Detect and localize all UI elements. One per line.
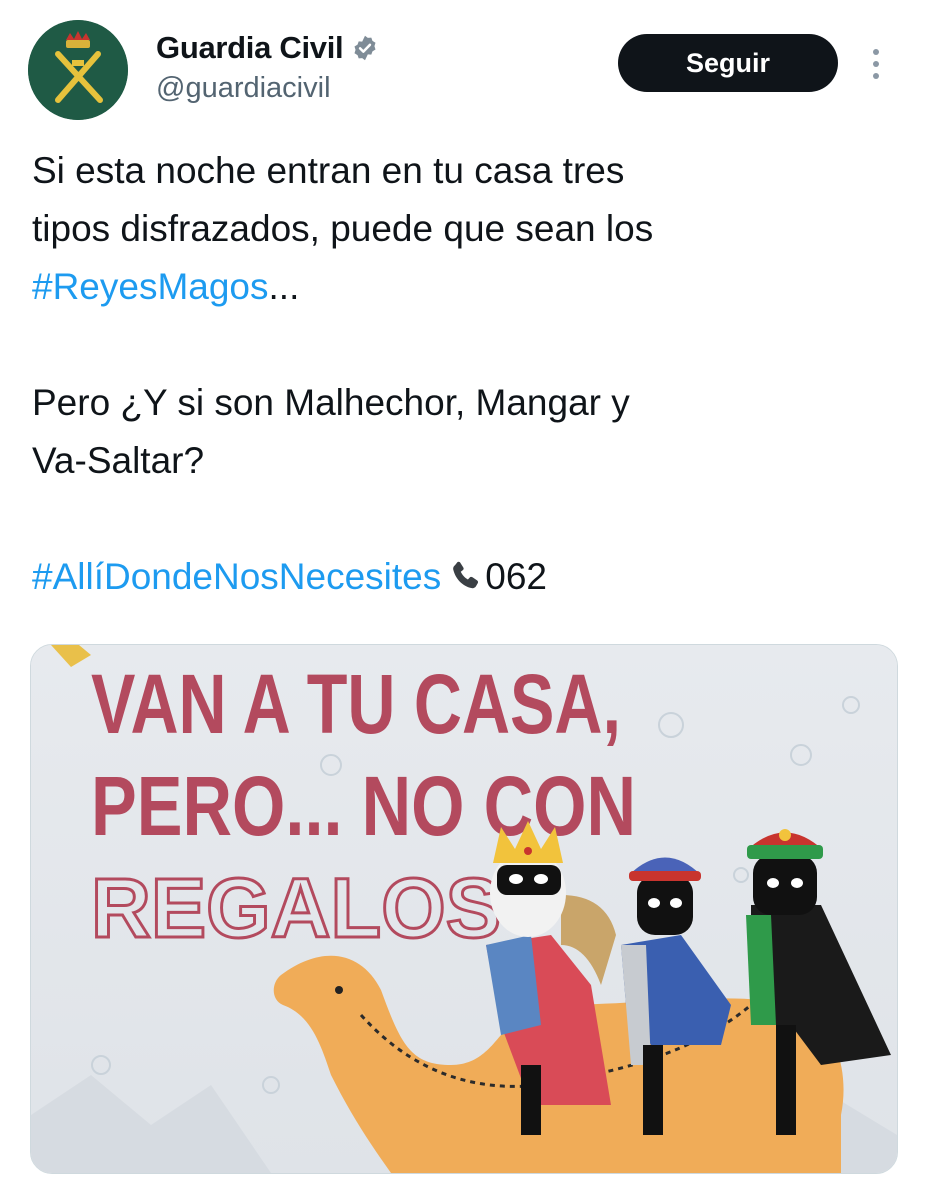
hashtag-reyes-magos[interactable]: #ReyesMagos (32, 266, 269, 307)
tweet-text: Si esta noche entran en tu casa tres tip… (32, 142, 892, 606)
name-row: Guardia Civil (156, 26, 379, 70)
poster-illustration: VAN A TU CASA, PERO... NO CON REGALOS (31, 645, 897, 1173)
tweet-image[interactable]: VAN A TU CASA, PERO... NO CON REGALOS (30, 644, 898, 1174)
ellipsis-text: ... (268, 266, 300, 307)
poster-text-line3: REGALOS (91, 861, 501, 955)
avatar[interactable] (28, 20, 128, 120)
account-handle[interactable]: @guardiacivil (156, 72, 379, 105)
telephone-icon (453, 561, 479, 589)
tweet-line: #ReyesMagos... (32, 258, 892, 316)
tweet-line: #AllíDondeNosNecesites 062 (32, 548, 892, 606)
tweet-line: Pero ¿Y si son Malhechor, Mangar y (32, 382, 630, 423)
tweet-line: Va-Saltar? (32, 440, 205, 481)
tweet-line: tipos disfrazados, puede que sean los (32, 208, 654, 249)
tweet-line: Si esta noche entran en tu casa tres (32, 150, 625, 191)
display-name[interactable]: Guardia Civil (156, 30, 344, 66)
tweet-card: Guardia Civil @guardiacivil Seguir Si es… (0, 0, 925, 1200)
account-header: Guardia Civil @guardiacivil (156, 26, 379, 105)
poster-text-line1: VAN A TU CASA, (91, 657, 621, 751)
verified-badge-icon (354, 35, 376, 61)
guardia-civil-emblem-icon (28, 20, 128, 120)
phone-number: 062 (485, 556, 547, 597)
hashtag-alli-donde-nos-necesites[interactable]: #AllíDondeNosNecesites (32, 556, 441, 597)
more-vertical-icon[interactable] (864, 44, 888, 84)
follow-button[interactable]: Seguir (618, 34, 838, 92)
